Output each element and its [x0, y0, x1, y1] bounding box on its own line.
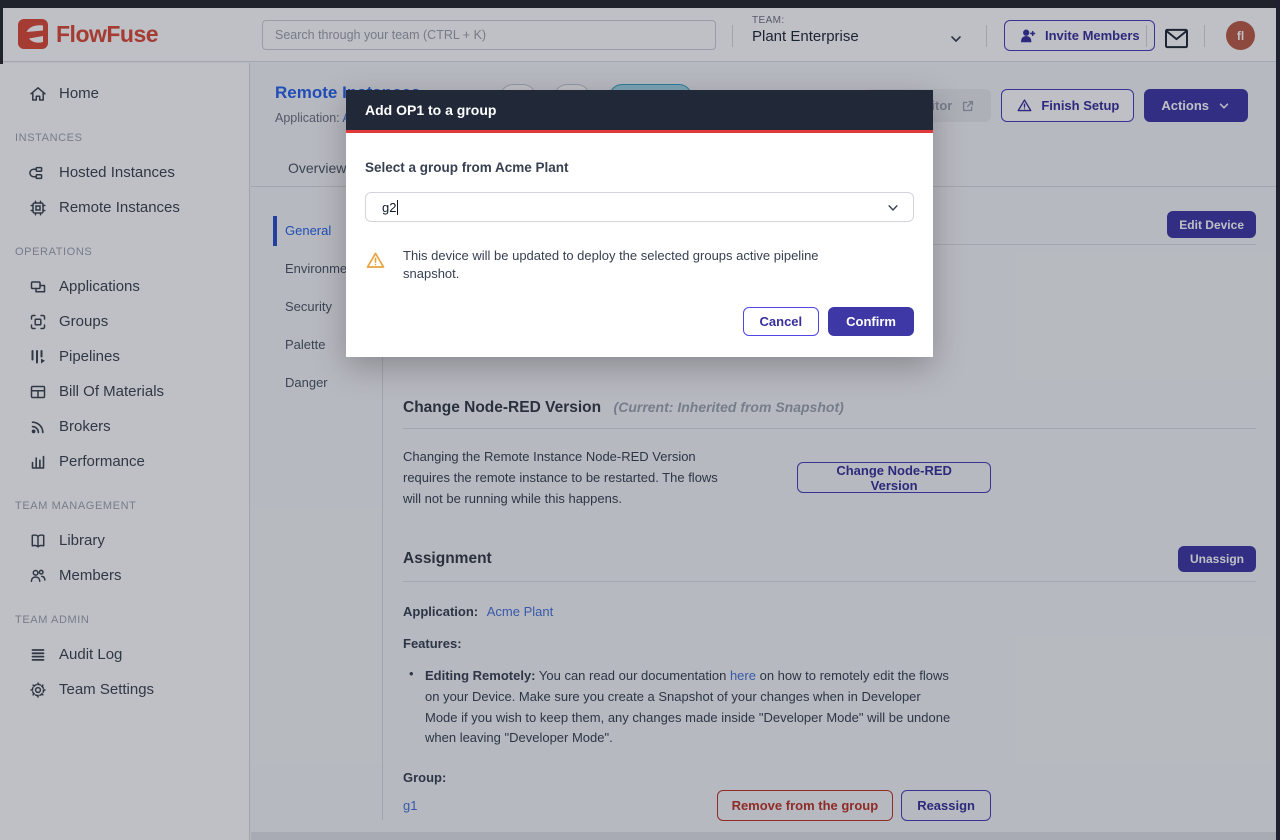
group-select-value: g2 — [382, 200, 396, 215]
warning-triangle-icon — [365, 250, 386, 271]
group-select[interactable]: g2 — [365, 192, 914, 222]
dialog-body: Select a group from Acme Plant g2 This d… — [346, 133, 933, 357]
text-cursor — [397, 200, 398, 215]
dialog-warning: This device will be updated to deploy th… — [365, 247, 914, 282]
dialog-buttons: Cancel Confirm — [365, 307, 914, 336]
dialog-warning-text: This device will be updated to deploy th… — [403, 247, 873, 282]
dialog-header: Add OP1 to a group — [346, 90, 933, 133]
cancel-button[interactable]: Cancel — [743, 307, 820, 336]
chevron-down-icon[interactable] — [886, 201, 900, 215]
app-window: FlowFuse TEAM: Plant Enterprise Invite M… — [0, 0, 1280, 840]
dialog-prompt: Select a group from Acme Plant — [365, 160, 914, 175]
dialog-title: Add OP1 to a group — [365, 102, 496, 118]
add-to-group-dialog: Add OP1 to a group Select a group from A… — [346, 90, 933, 357]
confirm-button[interactable]: Confirm — [828, 307, 914, 336]
